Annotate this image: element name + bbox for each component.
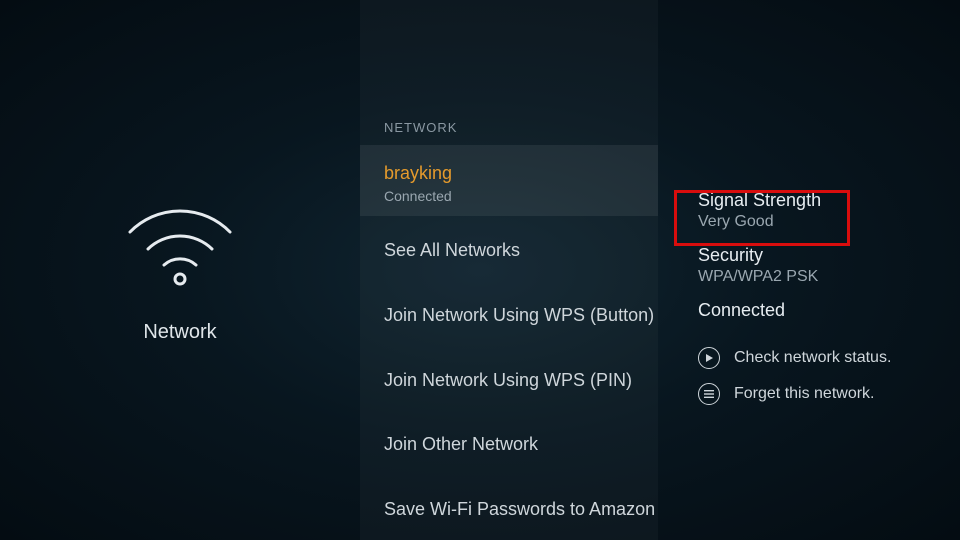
play-icon <box>698 347 720 369</box>
list-item-label: Join Network Using WPS (PIN) <box>384 370 632 390</box>
network-item-join-other[interactable]: Join Other Network <box>360 410 658 475</box>
network-list-panel: NETWORK brayking Connected See All Netwo… <box>360 0 658 540</box>
wifi-icon <box>120 197 240 287</box>
signal-strength-value: Very Good <box>698 213 936 231</box>
list-item-label: See All Networks <box>384 240 520 260</box>
signal-strength-block: Signal Strength Very Good <box>698 190 936 231</box>
network-section-header: NETWORK <box>360 120 658 145</box>
network-item-status: Connected <box>384 187 634 206</box>
network-item-wps-pin[interactable]: Join Network Using WPS (PIN) <box>360 346 658 411</box>
network-details-panel: Signal Strength Very Good Security WPA/W… <box>658 0 960 540</box>
action-label: Forget this network. <box>734 385 875 403</box>
security-value: WPA/WPA2 PSK <box>698 268 936 286</box>
network-item-title: brayking <box>384 161 634 185</box>
menu-icon <box>698 383 720 405</box>
signal-strength-label: Signal Strength <box>698 190 936 211</box>
list-item-label: Join Network Using WPS (Button) <box>384 305 654 325</box>
wifi-icon-block: Network <box>120 197 240 344</box>
action-label: Check network status. <box>734 349 891 367</box>
list-item-label: Save Wi-Fi Passwords to Amazon <box>384 499 655 519</box>
left-title: Network <box>143 321 216 344</box>
list-item-label: Join Other Network <box>384 434 538 454</box>
network-item-current[interactable]: brayking Connected <box>360 145 658 216</box>
network-item-wps-button[interactable]: Join Network Using WPS (Button) <box>360 281 658 346</box>
security-label: Security <box>698 245 936 266</box>
security-block: Security WPA/WPA2 PSK <box>698 245 936 286</box>
action-check-status[interactable]: Check network status. <box>698 347 936 369</box>
left-panel: Network <box>0 0 360 540</box>
connection-status: Connected <box>698 300 936 321</box>
action-forget-network[interactable]: Forget this network. <box>698 383 936 405</box>
network-item-save-passwords[interactable]: Save Wi-Fi Passwords to Amazon <box>360 475 658 540</box>
network-item-see-all[interactable]: See All Networks <box>360 216 658 281</box>
